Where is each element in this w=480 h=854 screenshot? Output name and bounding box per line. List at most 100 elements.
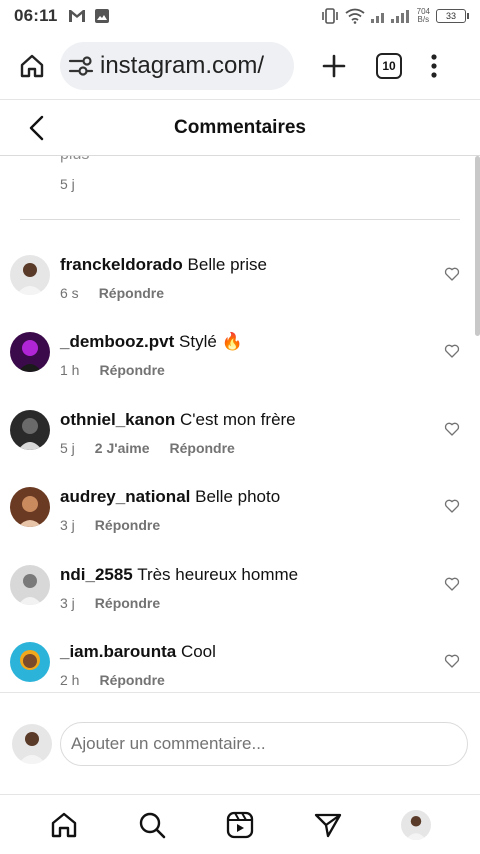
nav-search-button[interactable] bbox=[130, 803, 174, 847]
url-text[interactable]: instagram.com/ bbox=[100, 52, 264, 80]
heart-icon[interactable] bbox=[444, 498, 460, 514]
status-bar: 06:11 704 B/s 33 bbox=[0, 0, 480, 32]
previous-comment-time: 5 j bbox=[60, 176, 75, 192]
comment-body: Cool bbox=[180, 642, 216, 661]
comment-time: 1 h bbox=[60, 362, 80, 378]
send-icon bbox=[314, 813, 342, 837]
battery-icon: 33 bbox=[436, 9, 469, 23]
avatar[interactable] bbox=[10, 255, 50, 295]
comment-username[interactable]: ndi_2585 bbox=[60, 565, 133, 584]
notification-icons bbox=[68, 8, 110, 24]
comment-text-line: ndi_2585 Très heureux homme bbox=[60, 565, 298, 585]
more-vert-icon bbox=[431, 53, 437, 78]
address-bar[interactable]: instagram.com/ bbox=[60, 41, 294, 90]
comment-time: 6 s bbox=[60, 285, 79, 301]
nav-reels-button[interactable] bbox=[218, 803, 262, 847]
comment-composer bbox=[0, 692, 480, 794]
comment-username[interactable]: othniel_kanon bbox=[60, 410, 175, 429]
comment-username[interactable]: audrey_national bbox=[60, 487, 190, 506]
comment-text-line: othniel_kanon C'est mon frère bbox=[60, 410, 296, 430]
comment-item: _dembooz.pvt Stylé 🔥 1 h Répondre bbox=[0, 332, 480, 402]
profile-avatar bbox=[401, 809, 431, 840]
gallery-icon bbox=[94, 9, 109, 23]
comment-item: _iam.barounta Cool 2 h Répondre bbox=[0, 642, 480, 692]
comment-body: Belle photo bbox=[195, 487, 281, 506]
comments-list[interactable]: plus 5 j franckeldorado Belle prise 6 s … bbox=[0, 156, 480, 692]
reply-button[interactable]: Répondre bbox=[95, 517, 160, 533]
comment-text-line: _dembooz.pvt Stylé 🔥 bbox=[60, 332, 243, 352]
comment-meta: 3 j Répondre bbox=[60, 595, 160, 611]
avatar[interactable] bbox=[10, 565, 50, 605]
comment-meta: 2 h Répondre bbox=[60, 672, 165, 688]
home-icon bbox=[51, 812, 77, 837]
avatar[interactable] bbox=[10, 642, 50, 682]
network-speed-unit: B/s bbox=[417, 15, 430, 24]
heart-icon[interactable] bbox=[444, 266, 460, 282]
comment-body: C'est mon frère bbox=[179, 410, 296, 429]
comment-username[interactable]: franckeldorado bbox=[60, 255, 183, 274]
comment-body: Belle prise bbox=[187, 255, 267, 274]
battery-level: 33 bbox=[445, 11, 456, 21]
comment-meta: 6 s Répondre bbox=[60, 285, 164, 301]
comment-meta: 1 h Répondre bbox=[60, 362, 165, 378]
home-icon bbox=[20, 54, 44, 77]
reply-button[interactable]: Répondre bbox=[99, 285, 164, 301]
comment-time: 5 j bbox=[60, 440, 75, 456]
comment-text-line: franckeldorado Belle prise bbox=[60, 255, 267, 275]
comment-input[interactable] bbox=[60, 721, 468, 766]
comment-body: Stylé 🔥 bbox=[179, 332, 243, 351]
comment-text-line: _iam.barounta Cool bbox=[60, 642, 216, 662]
comment-item: audrey_national Belle photo 3 j Répondre bbox=[0, 487, 480, 557]
plus-icon bbox=[322, 54, 346, 77]
bottom-navigation bbox=[0, 794, 480, 854]
new-tab-button[interactable] bbox=[318, 50, 350, 82]
site-settings-icon[interactable] bbox=[68, 55, 94, 77]
previous-comment-tail: plus bbox=[60, 156, 89, 164]
back-button[interactable] bbox=[20, 112, 52, 144]
reply-button[interactable]: Répondre bbox=[170, 440, 235, 456]
heart-icon[interactable] bbox=[444, 343, 460, 359]
page-title: Commentaires bbox=[174, 116, 306, 138]
browser-menu-button[interactable] bbox=[424, 50, 444, 82]
heart-icon[interactable] bbox=[444, 653, 460, 669]
reply-button[interactable]: Répondre bbox=[99, 362, 164, 378]
reply-button[interactable]: Répondre bbox=[95, 595, 160, 611]
comment-time: 3 j bbox=[60, 517, 75, 533]
reels-icon bbox=[226, 811, 254, 838]
avatar[interactable] bbox=[10, 332, 50, 372]
tab-count: 10 bbox=[382, 58, 396, 73]
comments-header: Commentaires bbox=[0, 100, 480, 156]
search-icon bbox=[139, 812, 166, 838]
chevron-left-icon bbox=[29, 115, 44, 141]
heart-icon[interactable] bbox=[444, 421, 460, 437]
comment-item: ndi_2585 Très heureux homme 3 j Répondre bbox=[0, 565, 480, 635]
nav-home-button[interactable] bbox=[42, 803, 86, 847]
comment-body: Très heureux homme bbox=[137, 565, 299, 584]
comment-item: franckeldorado Belle prise 6 s Répondre bbox=[0, 255, 480, 325]
avatar[interactable] bbox=[10, 410, 50, 450]
comment-meta: 3 j Répondre bbox=[60, 517, 160, 533]
likes-count[interactable]: 2 J'aime bbox=[95, 440, 150, 456]
nav-profile-button[interactable] bbox=[394, 803, 438, 847]
status-time: 06:11 bbox=[14, 6, 58, 25]
comment-meta: 5 j 2 J'aime Répondre bbox=[60, 440, 235, 456]
network-speed: 704 B/s bbox=[417, 8, 430, 24]
divider bbox=[20, 219, 460, 220]
reply-button[interactable]: Répondre bbox=[99, 672, 164, 688]
browser-home-button[interactable] bbox=[12, 46, 52, 86]
signal-icon bbox=[370, 10, 409, 23]
comment-username[interactable]: _iam.barounta bbox=[60, 642, 176, 661]
heart-icon[interactable] bbox=[444, 576, 460, 592]
comment-item: othniel_kanon C'est mon frère 5 j 2 J'ai… bbox=[0, 410, 480, 480]
nav-messages-button[interactable] bbox=[306, 803, 350, 847]
vibrate-icon bbox=[321, 8, 338, 24]
comment-username[interactable]: _dembooz.pvt bbox=[60, 332, 174, 351]
browser-toolbar: instagram.com/ 10 bbox=[0, 32, 480, 100]
tab-switcher-button[interactable]: 10 bbox=[376, 52, 402, 79]
comment-time: 3 j bbox=[60, 595, 75, 611]
avatar[interactable] bbox=[10, 487, 50, 527]
current-user-avatar bbox=[12, 723, 52, 764]
gmail-icon bbox=[68, 10, 85, 22]
comment-text-line: audrey_national Belle photo bbox=[60, 487, 280, 507]
wifi-icon bbox=[345, 8, 365, 24]
